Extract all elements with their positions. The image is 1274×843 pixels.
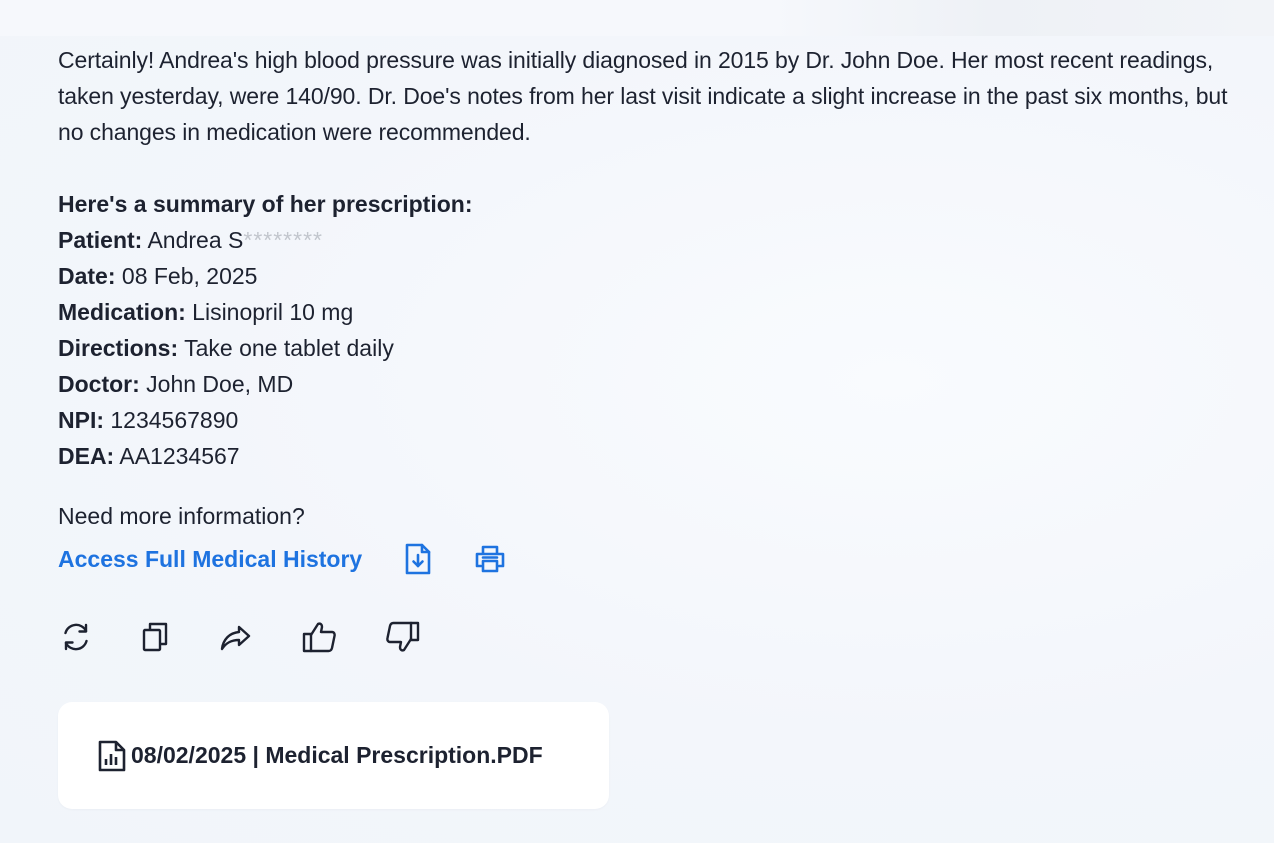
field-label: Medication: [58, 299, 186, 325]
refresh-icon[interactable] [58, 619, 94, 655]
field-date: Date: 08 Feb, 2025 [58, 258, 1228, 294]
thumbs-down-icon[interactable] [385, 619, 421, 655]
file-download-icon[interactable] [400, 541, 436, 577]
field-value: John Doe, MD [146, 371, 294, 397]
message-intro: Certainly! Andrea's high blood pressure … [58, 47, 1228, 145]
attachment-label: 08/02/2025 | Medical Prescription.PDF [131, 742, 543, 768]
field-value: AA1234567 [119, 443, 240, 469]
thumbs-up-icon[interactable] [301, 619, 337, 655]
need-more-info: Need more information? [58, 503, 305, 529]
field-value: 08 Feb, 2025 [121, 263, 258, 289]
summary-heading: Here's a summary of her prescription: [58, 191, 473, 217]
field-dea: DEA: AA1234567 [58, 438, 1228, 474]
field-label: NPI: [58, 407, 104, 433]
field-label: Directions: [58, 335, 179, 361]
field-npi: NPI: 1234567890 [58, 402, 1228, 438]
field-value: Lisinopril 10 mg [192, 299, 354, 325]
field-label: Patient: [58, 227, 143, 253]
share-icon[interactable] [218, 619, 254, 655]
field-patient: Patient: Andrea S******** [58, 222, 1228, 258]
access-row: Access Full Medical History [58, 541, 1228, 577]
masked-surname: ******** [243, 227, 323, 253]
field-label: Date: [58, 263, 116, 289]
file-chart-icon [97, 740, 127, 772]
access-medical-history-link[interactable]: Access Full Medical History [58, 546, 362, 573]
field-doctor: Doctor: John Doe, MD [58, 366, 1228, 402]
field-label: Doctor: [58, 371, 140, 397]
field-medication: Medication: Lisinopril 10 mg [58, 294, 1228, 330]
field-label: DEA: [58, 443, 115, 469]
copy-icon[interactable] [138, 619, 174, 655]
prescription-summary: Here's a summary of her prescription: Pa… [58, 186, 1228, 474]
field-directions: Directions: Take one tablet daily [58, 330, 1228, 366]
assistant-message: Certainly! Andrea's high blood pressure … [58, 42, 1228, 657]
printer-icon[interactable] [472, 541, 508, 577]
field-value: 1234567890 [110, 407, 239, 433]
attachment: 08/02/2025 | Medical Prescription.PDF [97, 740, 543, 772]
field-value: Take one tablet daily [184, 335, 394, 361]
attachment-card[interactable]: 08/02/2025 | Medical Prescription.PDF [58, 702, 609, 809]
message-actions [58, 617, 1228, 657]
top-fade [0, 0, 1274, 36]
field-value: Andrea S [147, 227, 244, 253]
